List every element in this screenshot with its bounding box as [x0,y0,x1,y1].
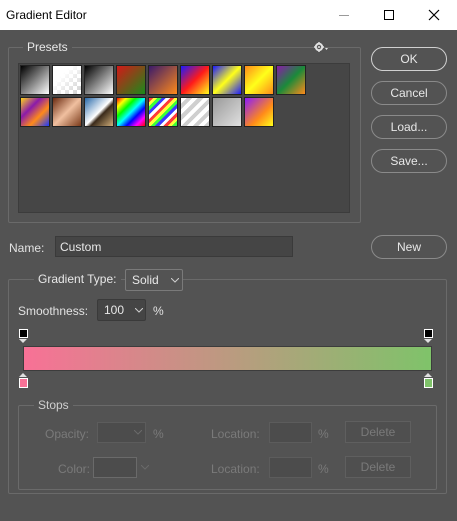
preset-foreground-transparent[interactable] [52,65,82,95]
chevron-down-icon [134,430,142,435]
smoothness-unit: % [153,304,164,318]
preset-orange-yellow-orange[interactable] [244,65,274,95]
name-label: Name: [9,241,45,255]
close-button[interactable] [411,0,457,30]
preset-neutral-density[interactable] [212,97,242,127]
color-stop-right[interactable] [424,378,433,388]
preset-foreground-background[interactable] [20,65,50,95]
minimize-icon [339,14,349,16]
color-location-label: Location: [211,462,260,476]
gradient-type-select[interactable]: Solid [125,269,183,291]
save-button[interactable]: Save... [371,149,447,173]
color-stop-left-pointer [19,373,27,377]
color-stop-right-pointer [424,373,432,377]
opacity-stop-left-pointer [19,339,27,343]
name-field[interactable]: Custom [55,236,293,257]
window-title: Gradient Editor [6,8,87,22]
opacity-location-field[interactable] [269,422,312,443]
preset-spectrum[interactable] [116,97,146,127]
cancel-button[interactable]: Cancel [371,81,447,105]
gradient-preview-bar[interactable] [23,346,432,371]
preset-yellow-violet-orange-blue[interactable] [20,97,50,127]
color-delete-button[interactable]: Delete [345,456,411,478]
opacity-stop-right-pointer [424,339,432,343]
gradient-type-value: Solid [132,273,159,287]
preset-violet-orange[interactable] [148,65,178,95]
load-button[interactable]: Load... [371,115,447,139]
preset-transparent-rainbow[interactable] [148,97,178,127]
gradient-type-label: Gradient Type: [34,272,121,286]
smoothness-value: 100 [104,303,125,317]
preset-transparent-stripes[interactable] [180,97,210,127]
presets-legend: Presets [23,40,72,54]
title-bar: Gradient Editor [0,0,457,30]
color-swatch-field[interactable] [93,457,137,478]
preset-copper[interactable] [52,97,82,127]
color-location-field[interactable] [269,457,312,478]
preset-chrome[interactable] [84,97,114,127]
maximize-button[interactable] [366,0,412,30]
color-stop-left[interactable] [19,378,28,388]
chevron-down-icon [141,465,149,470]
gear-icon[interactable] [313,41,329,56]
close-icon [428,9,440,21]
ok-button[interactable]: OK [371,47,447,71]
opacity-stop-right[interactable] [424,329,433,338]
smoothness-input[interactable]: 100 [97,299,146,321]
preset-black-white[interactable] [84,65,114,95]
opacity-unit: % [153,427,164,441]
opacity-stop-left[interactable] [19,329,28,338]
preset-blue-red-yellow[interactable] [180,65,210,95]
minimize-button[interactable] [321,0,367,30]
presets-grid [18,63,350,213]
preset-violet-green-orange[interactable] [276,65,306,95]
preset-violet-yellow[interactable] [244,97,274,127]
opacity-location-unit: % [318,427,329,441]
maximize-icon [384,10,394,20]
chevron-down-icon [171,278,179,283]
chevron-down-icon [135,308,143,313]
opacity-delete-button[interactable]: Delete [345,421,411,443]
opacity-location-label: Location: [211,427,260,441]
preset-red-green[interactable] [116,65,146,95]
preset-blue-yellow-blue[interactable] [212,65,242,95]
color-location-unit: % [318,462,329,476]
opacity-field[interactable] [97,422,146,443]
smoothness-label: Smoothness: [18,304,89,318]
opacity-label: Opacity: [45,427,90,441]
stops-legend: Stops [34,398,73,412]
new-button[interactable]: New [371,235,447,259]
color-label: Color: [58,462,91,476]
